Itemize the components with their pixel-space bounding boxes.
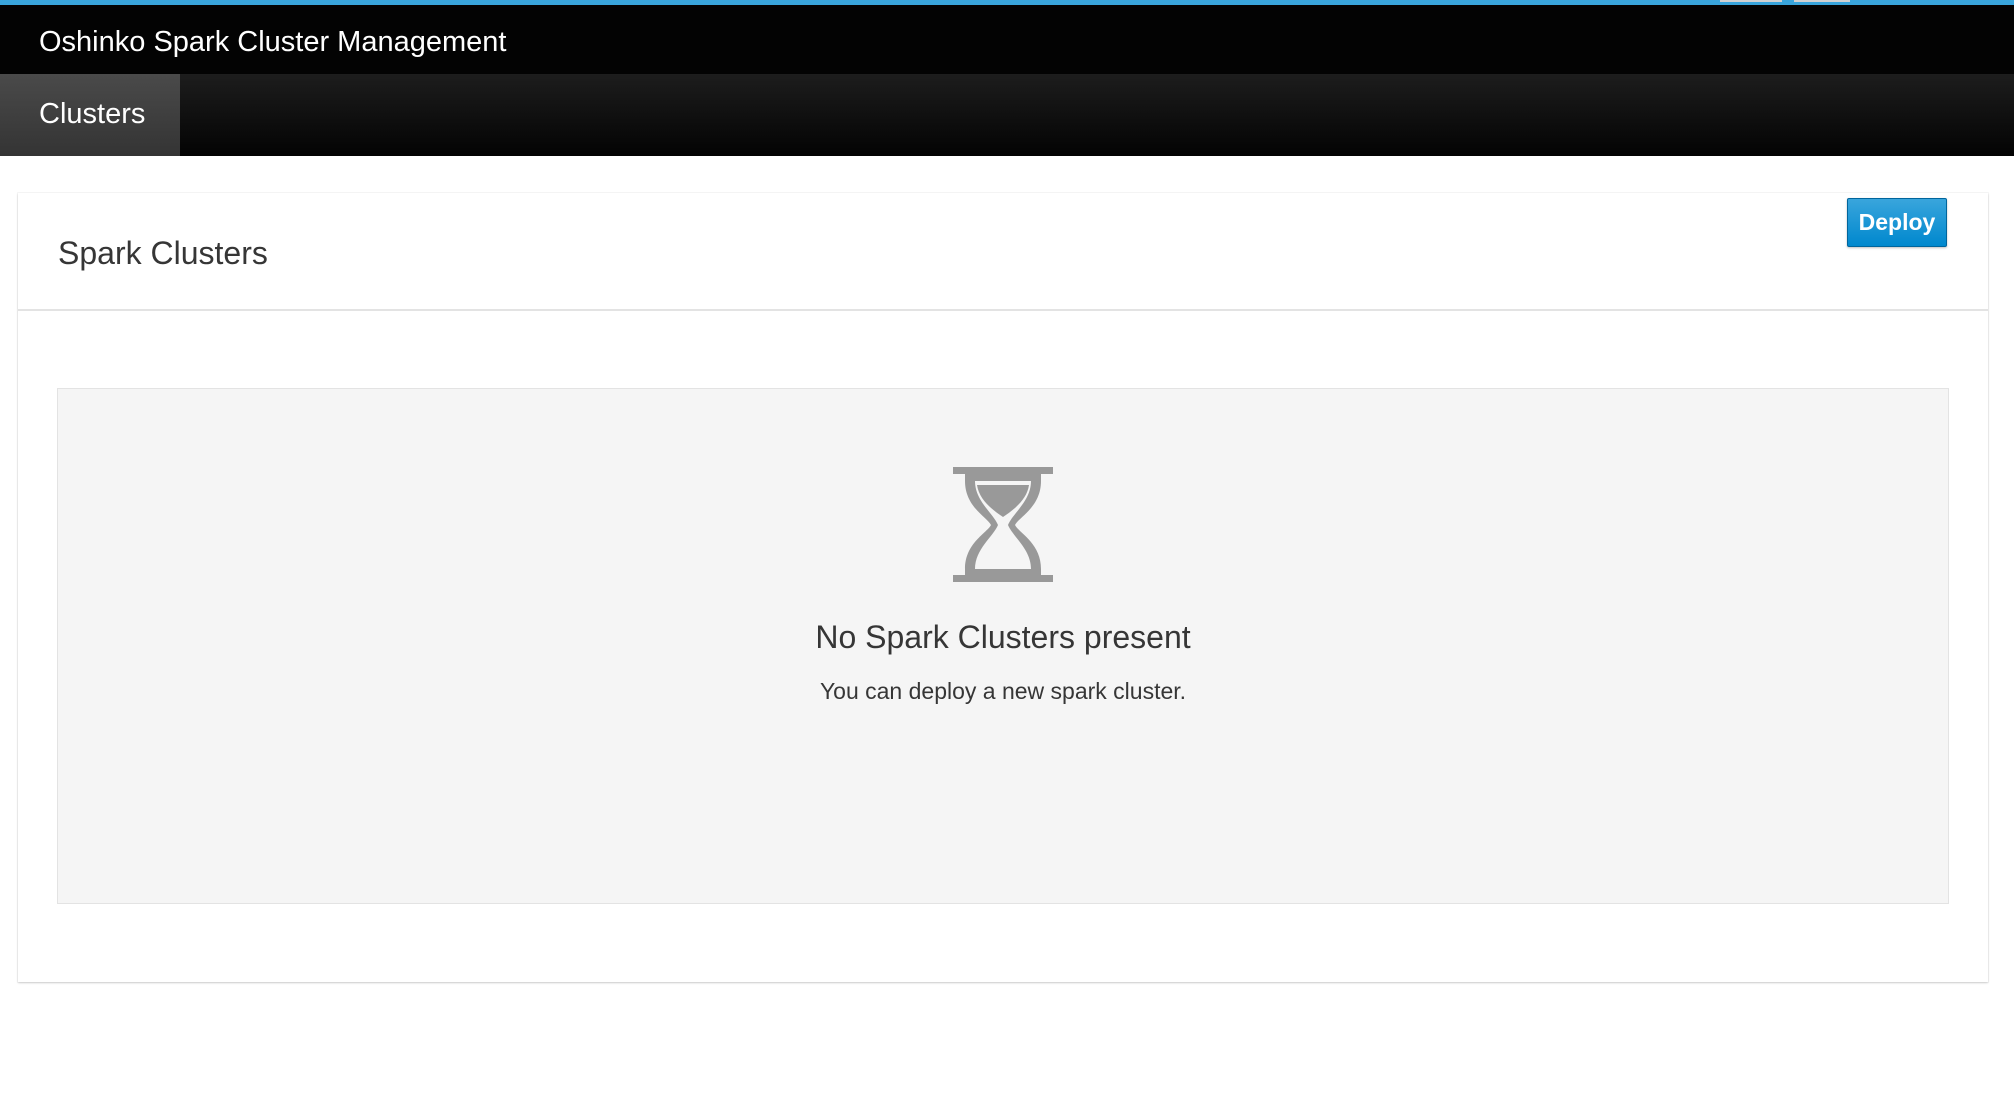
top-accent-indicator xyxy=(1794,0,1850,2)
page-title: Spark Clusters xyxy=(58,235,268,271)
primary-nav: Clusters xyxy=(0,74,2014,156)
masthead: Oshinko Spark Cluster Management xyxy=(0,5,2014,74)
deploy-button[interactable]: Deploy xyxy=(1847,198,1947,247)
empty-state-title: No Spark Clusters present xyxy=(815,619,1191,655)
app-title: Oshinko Spark Cluster Management xyxy=(39,26,507,58)
hourglass-icon xyxy=(953,467,1053,582)
clusters-card: Spark Clusters Deploy No Spark Clusters … xyxy=(18,193,1988,982)
card-header: Spark Clusters Deploy xyxy=(18,193,1988,311)
tab-clusters-label: Clusters xyxy=(39,98,146,130)
empty-state-help-text: You can deploy a new spark cluster. xyxy=(819,678,1187,704)
top-accent-indicator xyxy=(1720,0,1782,2)
tab-clusters[interactable]: Clusters xyxy=(0,74,180,156)
empty-state: No Spark Clusters present You can deploy… xyxy=(57,388,1949,904)
